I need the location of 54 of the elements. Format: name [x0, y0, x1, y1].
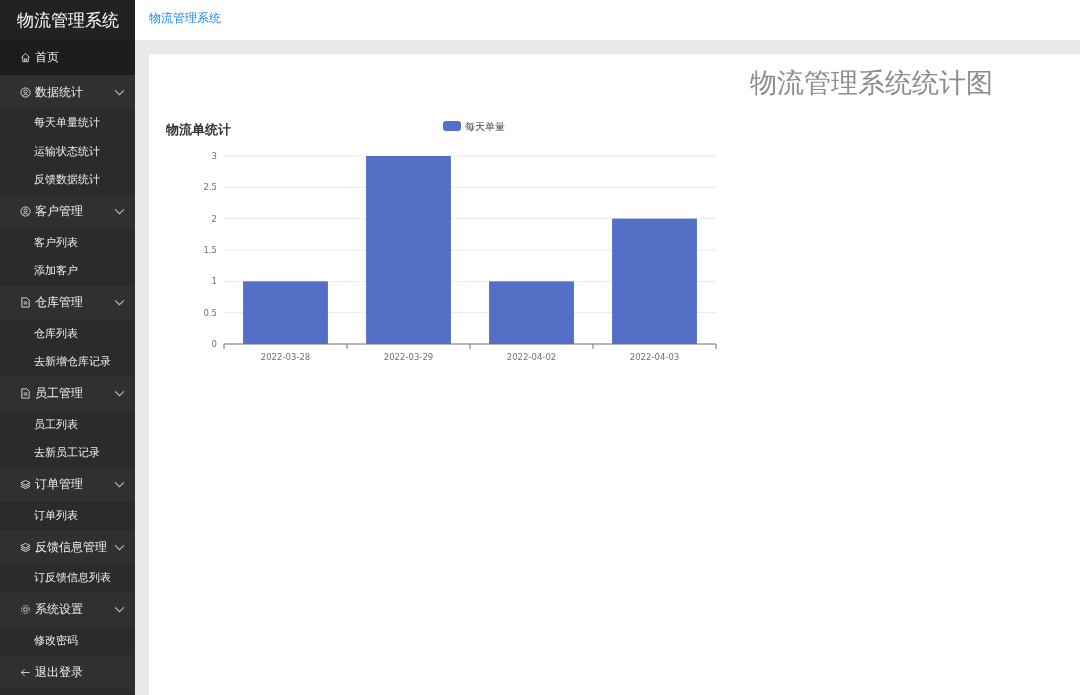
menu-item[interactable]: 员工管理: [0, 376, 135, 411]
submenu-item[interactable]: 修改密码: [0, 626, 135, 655]
chevron-down-icon: [114, 390, 125, 397]
submenu-item[interactable]: 每天单量统计: [0, 109, 135, 138]
x-axis-label: 2022-03-28: [260, 352, 311, 362]
submenu-item[interactable]: 去新增仓库记录: [0, 348, 135, 377]
chevron-down-icon: [114, 208, 125, 215]
settings-icon: [20, 604, 31, 615]
chevron-down-icon: [114, 543, 125, 551]
submenu-item[interactable]: 客户列表: [0, 228, 135, 257]
document-icon: [20, 388, 31, 399]
page-title: 物流管理系统统计图: [750, 66, 994, 100]
submenu-item[interactable]: 去新员工记录: [0, 439, 135, 468]
legend-label[interactable]: 每天单量: [465, 121, 505, 132]
legend-swatch[interactable]: [443, 121, 461, 131]
menu-item[interactable]: 反馈信息管理: [0, 530, 135, 564]
arrow-left-icon: [20, 666, 31, 678]
menu-item[interactable]: 系统设置: [0, 592, 135, 627]
layers-icon: [20, 479, 31, 490]
breadcrumb-link[interactable]: 物流管理系统: [149, 10, 221, 26]
submenu-item[interactable]: 订反馈信息列表: [0, 564, 135, 593]
layers-icon: [20, 541, 31, 553]
y-axis-tick: 3: [211, 151, 217, 161]
menu-item[interactable]: 仓库管理: [0, 285, 135, 320]
user-circle-icon: [20, 206, 31, 217]
home-icon: [20, 52, 31, 63]
menu-item[interactable]: 订单管理: [0, 467, 135, 502]
submenu-item[interactable]: 运输状态统计: [0, 137, 135, 166]
submenu-item[interactable]: 添加客户: [0, 257, 135, 286]
chevron-down-icon: [114, 481, 125, 488]
y-axis-tick: 0: [211, 339, 217, 349]
chart-title: 物流单统计: [166, 122, 231, 137]
chevron-down-icon: [114, 88, 125, 96]
y-axis-tick: 1: [211, 276, 217, 287]
submenu-item[interactable]: 订单列表: [0, 501, 135, 530]
chevron-down-icon: [114, 299, 125, 306]
menu-item[interactable]: 退出登录: [0, 655, 135, 689]
user-circle-icon: [20, 86, 31, 98]
menu-item[interactable]: 客户管理: [0, 194, 135, 229]
chevron-down-icon: [114, 606, 125, 613]
menu-item[interactable]: 首页: [0, 40, 135, 75]
submenu-item[interactable]: 仓库列表: [0, 319, 135, 348]
x-axis-label: 2022-03-29: [383, 352, 434, 362]
menu-item[interactable]: 数据统计: [0, 75, 135, 109]
x-axis-label: 2022-04-03: [629, 352, 680, 362]
y-axis-tick: 0.5: [203, 307, 217, 318]
y-axis-tick: 1.5: [203, 245, 217, 255]
submenu-item[interactable]: 员工列表: [0, 410, 135, 439]
y-axis-tick: 2.5: [203, 182, 217, 193]
y-axis-tick: 2: [211, 213, 217, 224]
app-logo-title: 物流管理系统: [0, 0, 135, 40]
x-axis-label: 2022-04-02: [506, 352, 557, 362]
submenu-item[interactable]: 反馈数据统计: [0, 166, 135, 195]
document-icon: [20, 297, 31, 308]
